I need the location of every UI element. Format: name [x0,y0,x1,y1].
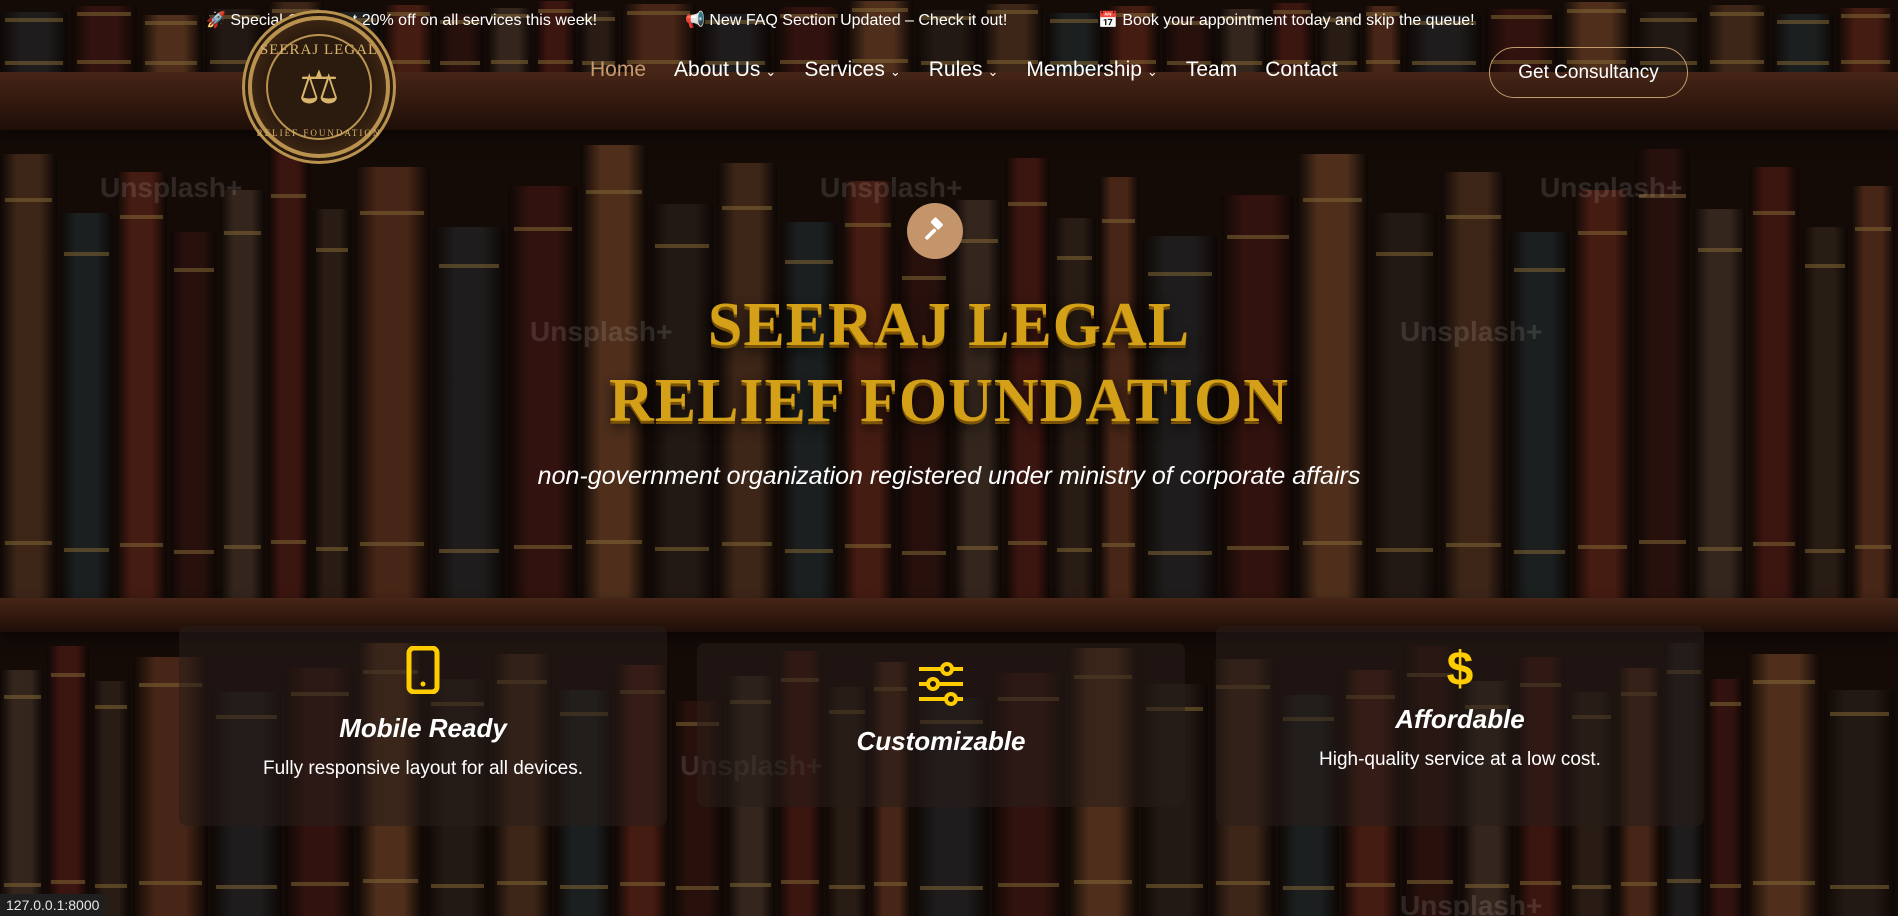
hero-title-line2: RELIEF FOUNDATION [608,367,1290,435]
nav-label: Contact [1265,58,1338,81]
nav-label: Rules [928,58,983,81]
nav-team[interactable]: Team [1186,58,1237,82]
nav-label: About Us [674,58,761,81]
gavel-icon [907,203,963,259]
gavel-icon-svg [925,217,943,240]
mobile-phone-svg [406,645,440,695]
nav-label: Services [804,58,885,81]
watermark: Unsplash+ [820,172,963,203]
announcement-text: New FAQ Section Updated – Check it out! [709,12,1008,29]
logo-top-text: SEERAJ LEGAL [259,42,379,58]
hero-title-line1: SEERAJ LEGAL [707,291,1191,359]
status-bar-url: 127.0.0.1:8000 [0,894,106,916]
rocket-icon: 🚀 [206,12,226,29]
announcement-item: 📅 Book your appointment today and skip t… [1098,10,1475,30]
announcement-item: 🚀 Special Offer: Get 20% off on all serv… [206,10,597,30]
get-consultancy-button[interactable]: Get Consultancy [1489,47,1688,98]
nav-rules[interactable]: Rules ⌄ [929,58,999,82]
feature-description: Fully responsive layout for all devices. [263,758,583,779]
watermark: Unsplash+ [1540,172,1683,203]
mobile-phone-icon [179,645,667,703]
dollar-icon: $ [1446,643,1474,696]
feature-title: Mobile Ready [339,713,507,743]
watermark: Unsplash+ [100,172,243,203]
feature-title: Customizable [856,726,1026,756]
announcement-text: Book your appointment today and skip the… [1122,12,1475,29]
sliders-icon [697,661,1185,716]
megaphone-icon: 📢 [685,12,705,29]
nav-services[interactable]: Services ⌄ [804,58,900,82]
nav-label: Membership [1026,58,1142,81]
feature-card-affordable: $ Affordable High-quality service at a l… [1216,626,1704,826]
feature-title: Affordable [1395,704,1525,734]
watermark: Unsplash+ [1400,890,1543,916]
scales-icon: ⚖ [298,61,340,113]
nav-label: Home [590,58,647,81]
calendar-icon: 📅 [1098,12,1118,29]
nav-membership[interactable]: Membership ⌄ [1026,58,1157,82]
feature-card-mobile: Mobile Ready Fully responsive layout for… [179,626,667,826]
nav-home[interactable]: Home [590,58,646,82]
main-nav: Home About Us ⌄ Services ⌄ Rules ⌄ Membersh… [590,58,1338,82]
chevron-down-icon: ⌄ [765,64,777,79]
site-logo[interactable]: SEERAJ LEGAL ⚖ RELIEF FOUNDATION [248,16,390,158]
feature-card-customizable: Customizable [697,643,1185,807]
nav-about-us[interactable]: About Us ⌄ [674,58,776,82]
chevron-down-icon: ⌄ [987,64,999,79]
chevron-down-icon: ⌄ [1146,64,1158,79]
logo-bottom-text: RELIEF FOUNDATION [256,128,382,138]
sliders-svg [919,662,963,706]
nav-contact[interactable]: Contact [1265,58,1337,82]
hero-subtitle: non-government organization registered u… [537,462,1361,490]
chevron-down-icon: ⌄ [889,64,901,79]
feature-description: High-quality service at a low cost. [1319,749,1601,770]
nav-label: Team [1185,58,1238,81]
announcement-item: 📢 New FAQ Section Updated – Check it out… [685,10,1007,30]
